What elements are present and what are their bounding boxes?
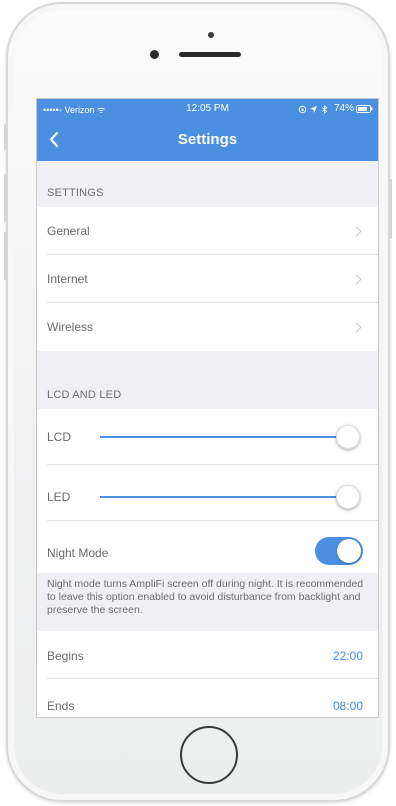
- row-label: LED: [47, 490, 71, 504]
- night-mode-note: Night mode turns AmpliFi screen off duri…: [47, 578, 364, 616]
- chevron-right-icon: [351, 322, 362, 333]
- settings-item-wireless[interactable]: Wireless: [37, 303, 378, 351]
- row-label: LCD: [47, 430, 72, 444]
- settings-item-general[interactable]: General: [37, 207, 378, 255]
- begins-time-value: 22:00: [332, 649, 363, 663]
- settings-item-internet[interactable]: Internet: [37, 255, 378, 303]
- volume-down-button: [4, 232, 7, 280]
- led-slider-thumb[interactable]: [336, 485, 360, 509]
- lcd-slider-track[interactable]: [100, 436, 340, 438]
- lcd-slider-thumb[interactable]: [336, 425, 360, 449]
- status-bar: •••••◦ Verizon ᯤ 12:05 PM 74%: [37, 99, 378, 119]
- row-label: Begins: [47, 649, 84, 663]
- lcd-slider-row: LCD: [37, 409, 378, 465]
- battery-icon: [356, 105, 373, 116]
- ends-time-value: 08:00: [332, 699, 363, 713]
- navigation-bar: Settings: [37, 119, 378, 161]
- led-slider-track[interactable]: [100, 496, 340, 498]
- section-title: LCD AND LED: [47, 389, 122, 401]
- ends-row[interactable]: Ends 08:00: [37, 679, 378, 717]
- chevron-right-icon: [351, 226, 362, 237]
- row-label: Wireless: [47, 320, 94, 334]
- night-mode-toggle[interactable]: [315, 537, 363, 565]
- bluetooth-icon: [321, 105, 328, 115]
- status-icons: [298, 104, 328, 115]
- row-label: Night Mode: [47, 546, 109, 560]
- row-label: Internet: [47, 272, 88, 286]
- night-mode-description: Night mode turns AmpliFi screen off duri…: [37, 573, 378, 631]
- settings-section-header: SETTINGS: [37, 161, 378, 207]
- lcd-led-section-header: LCD AND LED: [37, 351, 378, 409]
- row-label: Ends: [47, 699, 75, 713]
- page-title: Settings: [177, 131, 238, 148]
- section-title: SETTINGS: [47, 187, 104, 199]
- row-label: General: [47, 224, 90, 238]
- begins-row[interactable]: Begins 22:00: [37, 631, 378, 679]
- toggle-knob: [337, 539, 361, 563]
- mute-switch: [4, 124, 7, 150]
- location-icon: [310, 106, 318, 114]
- front-camera: [150, 50, 159, 59]
- volume-up-button: [4, 174, 7, 222]
- earpiece-speaker: [179, 52, 241, 57]
- night-mode-row: Night Mode: [37, 521, 378, 573]
- chevron-right-icon: [351, 274, 362, 285]
- home-button[interactable]: [180, 726, 238, 784]
- proximity-sensor: [208, 32, 214, 38]
- app-screen: •••••◦ Verizon ᯤ 12:05 PM 74% Settings S…: [36, 98, 379, 718]
- led-slider-row: LED: [37, 465, 378, 521]
- power-button: [389, 179, 392, 239]
- lock-rotation-icon: [298, 105, 307, 114]
- battery-percent: 74%: [333, 103, 354, 114]
